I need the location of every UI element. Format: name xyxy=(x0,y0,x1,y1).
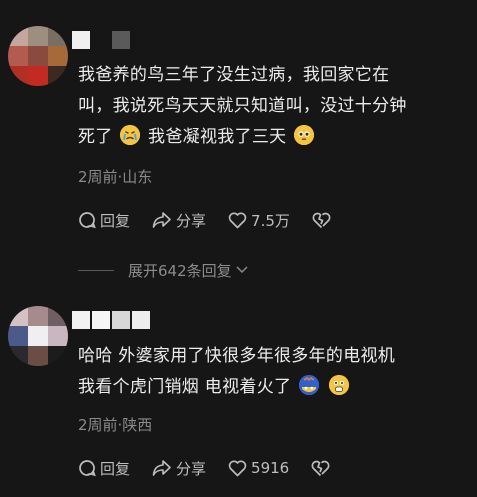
reply-button[interactable]: 回复 xyxy=(78,458,130,479)
comment-actions: 回复 分享 7.5万 xyxy=(78,208,353,232)
heart-icon xyxy=(228,211,247,228)
reply-icon xyxy=(79,460,96,477)
like-button[interactable]: 5916 xyxy=(228,459,289,477)
expand-replies: 展开642条回复 xyxy=(78,258,249,282)
reply-label: 回复 xyxy=(100,211,131,230)
username[interactable] xyxy=(72,31,130,49)
comment-text: 我爸养的鸟三年了没生过病，我回家它在 叫，我说死鸟天天就只知道叫，没过十分钟 死… xyxy=(78,60,463,153)
like-count: 7.5万 xyxy=(251,211,290,230)
avatar[interactable] xyxy=(8,306,68,366)
share-button[interactable]: 分享 xyxy=(152,210,206,231)
comment-text-fragment: 我看个虎门销烟 电视着火了 xyxy=(78,377,292,397)
exploding-head-icon xyxy=(299,375,320,395)
expand-replies-button[interactable]: 展开642条回复 xyxy=(128,260,232,281)
comment-actions: 回复 分享 5916 xyxy=(78,456,352,480)
broken-heart-icon xyxy=(312,212,331,228)
crying-face-icon xyxy=(120,125,141,145)
share-icon xyxy=(152,212,171,228)
share-icon xyxy=(152,460,171,476)
reply-label: 回复 xyxy=(100,459,131,478)
comment-meta: 2周前·山东 xyxy=(78,168,153,186)
comment-text: 哈哈 外婆家用了快很多年很多年的电视机 我看个虎门销烟 电视着火了 xyxy=(78,341,463,403)
comment-text-line: 叫，我说死鸟天天就只知道叫，没过十分钟 xyxy=(78,96,407,116)
comment-meta: 2周前·陕西 xyxy=(78,416,153,434)
dislike-button[interactable] xyxy=(312,212,331,229)
heart-icon xyxy=(228,459,247,476)
chevron-down-icon[interactable] xyxy=(235,265,249,275)
like-count: 5916 xyxy=(251,459,290,477)
like-button[interactable]: 7.5万 xyxy=(228,210,290,231)
dislike-button[interactable] xyxy=(311,460,330,477)
fearful-face-icon xyxy=(328,375,349,395)
avatar[interactable] xyxy=(8,26,68,86)
divider-line xyxy=(78,269,114,271)
username[interactable] xyxy=(72,311,150,329)
pleading-face-icon xyxy=(294,125,315,145)
comment-text-fragment: 死了 xyxy=(78,127,113,147)
comment-text-line: 哈哈 外婆家用了快很多年很多年的电视机 xyxy=(78,346,396,366)
comment-text-fragment: 我爸凝视我了三天 xyxy=(148,127,287,147)
comment-text-line: 我爸养的鸟三年了没生过病，我回家它在 xyxy=(78,65,390,85)
comment-text-line: 死了 我爸凝视我了三天 xyxy=(78,122,463,153)
share-label: 分享 xyxy=(176,211,207,230)
share-label: 分享 xyxy=(176,459,207,478)
comment-text-line: 我看个虎门销烟 电视着火了 xyxy=(78,372,463,403)
share-button[interactable]: 分享 xyxy=(152,458,206,479)
broken-heart-icon xyxy=(311,460,330,476)
reply-icon xyxy=(79,212,96,229)
reply-button[interactable]: 回复 xyxy=(78,210,130,231)
